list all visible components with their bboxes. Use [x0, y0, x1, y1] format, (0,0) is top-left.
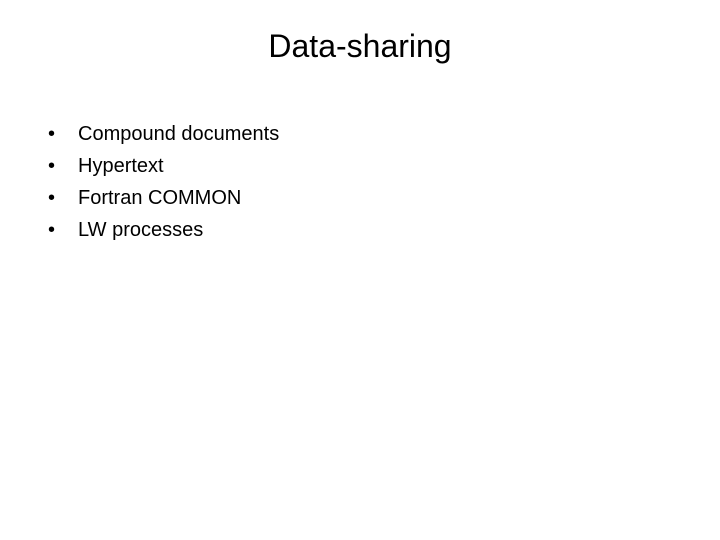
bullet-list: • Compound documents • Hypertext • Fortr… [48, 120, 279, 248]
slide-title: Data-sharing [0, 28, 720, 65]
list-item: • Hypertext [48, 152, 279, 180]
bullet-text: LW processes [78, 216, 279, 244]
list-item: • Compound documents [48, 120, 279, 148]
list-item: • Fortran COMMON [48, 184, 279, 212]
bullet-icon: • [48, 216, 78, 244]
bullet-text: Fortran COMMON [78, 184, 279, 212]
bullet-text: Compound documents [78, 120, 279, 148]
bullet-icon: • [48, 184, 78, 212]
bullet-text: Hypertext [78, 152, 279, 180]
list-item: • LW processes [48, 216, 279, 244]
bullet-icon: • [48, 152, 78, 180]
bullet-icon: • [48, 120, 78, 148]
